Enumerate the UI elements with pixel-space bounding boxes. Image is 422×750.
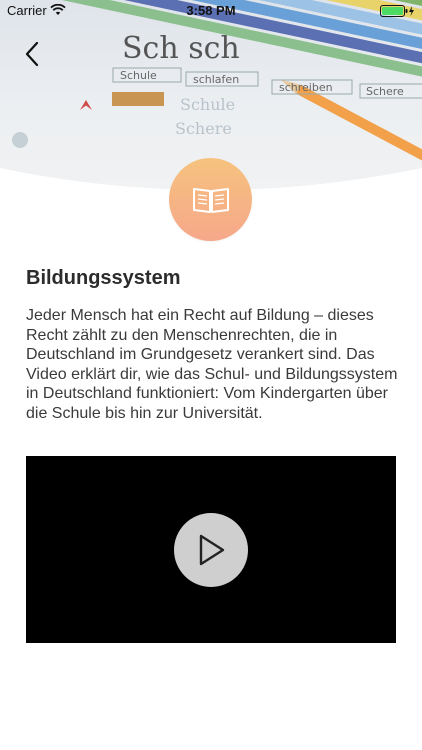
article-title: Bildungssystem: [26, 267, 181, 289]
battery-icon: [380, 5, 414, 17]
video-player[interactable]: [26, 456, 396, 643]
play-icon: [199, 534, 225, 566]
chevron-left-icon: [25, 41, 39, 67]
open-book-icon: [192, 187, 229, 213]
article-body: Jeder Mensch hat ein Recht auf Bildung –…: [26, 307, 398, 422]
status-time: 3:58 PM: [186, 3, 236, 18]
back-button[interactable]: [14, 34, 50, 74]
status-bar: Carrier 3:58 PM: [0, 0, 422, 22]
topic-badge: [169, 158, 252, 241]
play-button[interactable]: [174, 513, 248, 587]
